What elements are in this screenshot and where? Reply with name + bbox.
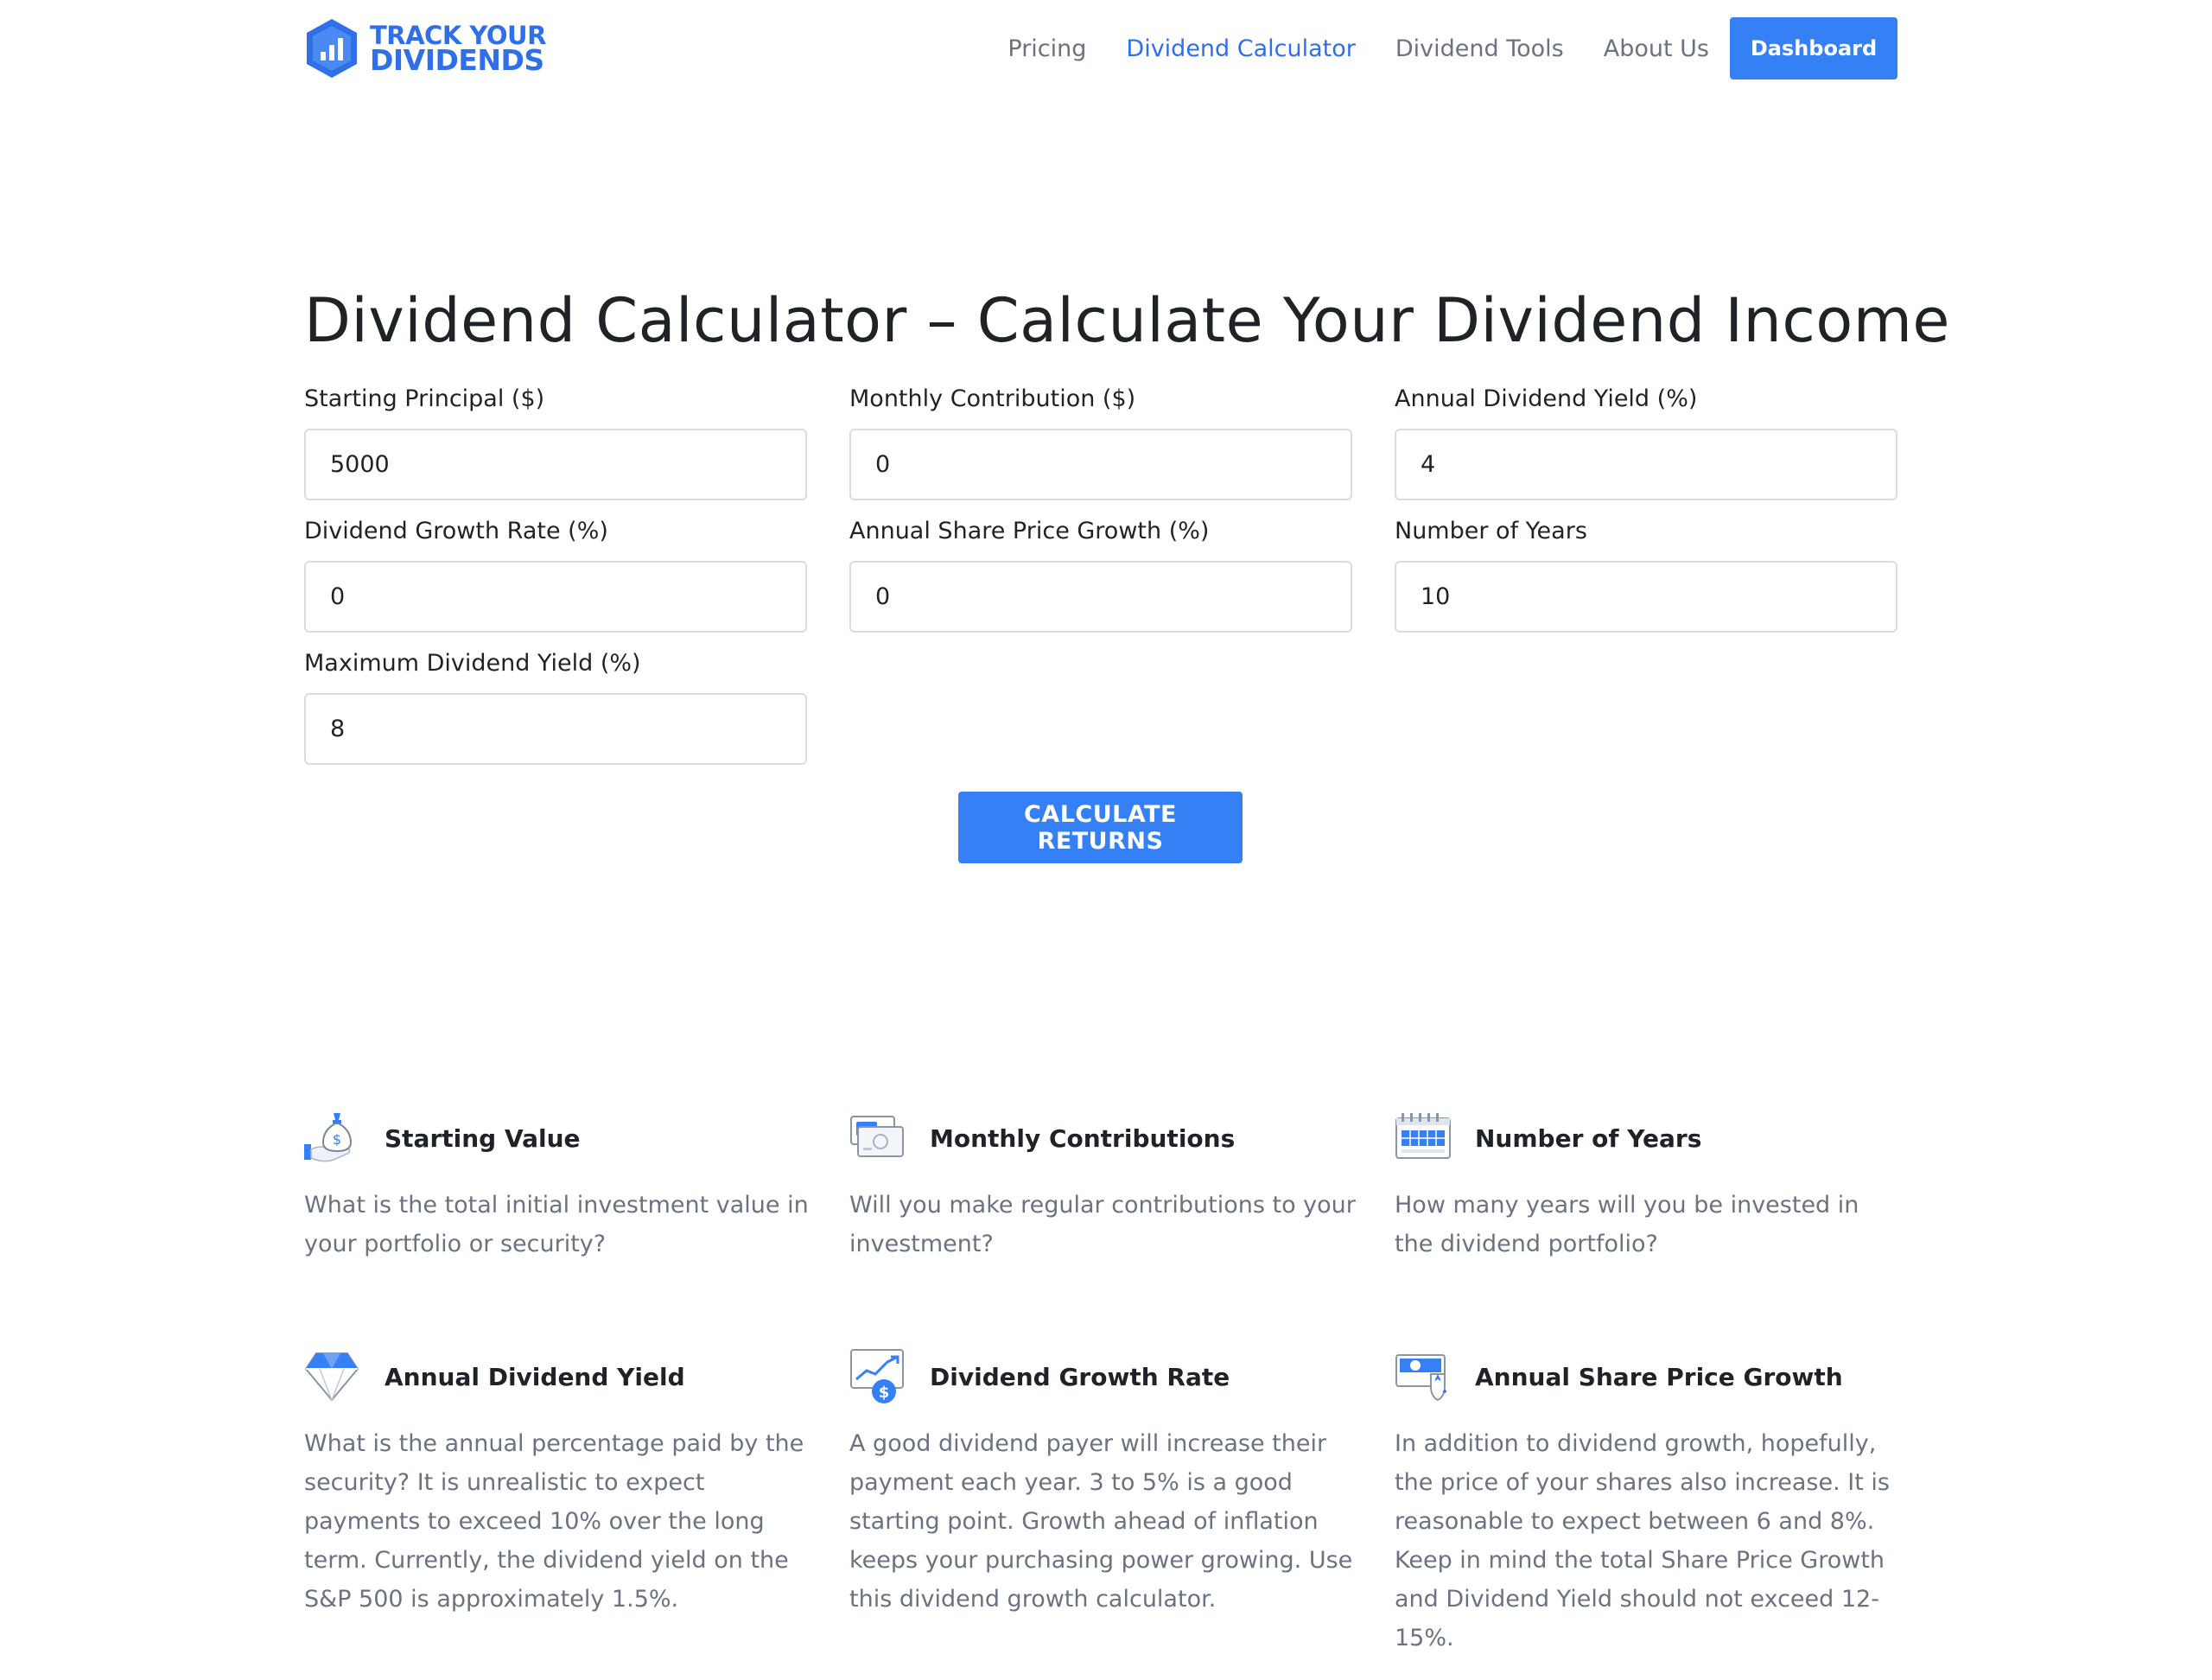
feature-starting-value: $ Starting Value What is the total initi… [304,1110,814,1263]
feature-title: Number of Years [1475,1123,1702,1153]
nav-link-dividend-calculator[interactable]: Dividend Calculator [1126,35,1355,62]
annual-share-price-growth-label: Annual Share Price Growth (%) [849,518,1210,544]
feature-description: A good dividend payer will increase thei… [849,1430,1353,1613]
starting-principal-input[interactable] [304,429,807,500]
feature-description: In addition to dividend growth, hopefull… [1395,1430,1890,1651]
feature-dividend-growth-rate: $ Dividend Growth Rate A good dividend p… [849,1348,1359,1619]
feature-header: Annual Share Price Growth [1395,1348,1904,1405]
maximum-dividend-yield-label: Maximum Dividend Yield (%) [304,650,641,677]
page-title: Dividend Calculator – Calculate Your Div… [304,285,1950,356]
feature-title: Annual Share Price Growth [1475,1362,1843,1391]
feature-header: $ Starting Value [304,1110,814,1167]
svg-text:$: $ [879,1384,890,1402]
feature-header: $ Dividend Growth Rate [849,1348,1359,1405]
field-monthly-contribution: Monthly Contribution ($) [849,382,1352,500]
dashboard-button[interactable]: Dashboard [1730,17,1897,80]
annual-share-price-growth-input[interactable] [849,561,1352,633]
feature-description: What is the total initial investment val… [304,1192,809,1257]
number-of-years-label: Number of Years [1395,518,1587,544]
card-shield-icon [1395,1354,1446,1402]
monthly-contribution-input[interactable] [849,429,1352,500]
logo-line-2: DIVIDENDS [370,43,544,77]
feature-header: Number of Years [1395,1110,1904,1167]
feature-number-of-years: Number of Years How many years will you … [1395,1110,1904,1263]
growth-chart-dollar-icon: $ [850,1349,904,1403]
feature-annual-share-price-growth: Annual Share Price Growth In addition to… [1395,1348,1904,1658]
nav-link-pricing[interactable]: Pricing [1007,35,1086,62]
annual-dividend-yield-input[interactable] [1395,429,1897,500]
svg-text:$: $ [333,1131,341,1148]
dividend-growth-rate-label: Dividend Growth Rate (%) [304,518,608,544]
feature-description: What is the annual percentage paid by th… [304,1430,804,1613]
field-annual-dividend-yield: Annual Dividend Yield (%) [1395,382,1897,500]
feature-description: How many years will you be invested in t… [1395,1192,1859,1257]
feature-monthly-contributions: Monthly Contributions Will you make regu… [849,1110,1359,1263]
feature-title: Annual Dividend Yield [385,1362,685,1391]
main-nav: Pricing Dividend Calculator Dividend Too… [968,17,1897,80]
field-maximum-dividend-yield: Maximum Dividend Yield (%) [304,646,807,765]
calendar-icon [1395,1113,1451,1159]
feature-header: Monthly Contributions [849,1110,1359,1167]
field-number-of-years: Number of Years [1395,514,1897,633]
feature-title: Dividend Growth Rate [930,1362,1230,1391]
feature-header: Annual Dividend Yield [304,1348,814,1405]
field-annual-share-price-growth: Annual Share Price Growth (%) [849,514,1352,633]
monthly-contribution-label: Monthly Contribution ($) [849,385,1136,412]
feature-title: Monthly Contributions [930,1123,1236,1153]
nav-link-dividend-tools[interactable]: Dividend Tools [1395,35,1564,62]
dividend-growth-rate-input[interactable] [304,561,807,633]
maximum-dividend-yield-input[interactable] [304,693,807,765]
money-bag-hand-icon: $ [304,1113,353,1162]
starting-principal-label: Starting Principal ($) [304,385,545,412]
field-starting-principal: Starting Principal ($) [304,382,807,500]
site-header: TRACK YOUR DIVIDENDS Pricing Dividend Ca… [304,17,1897,80]
feature-description: Will you make regular contributions to y… [849,1192,1356,1257]
number-of-years-input[interactable] [1395,561,1897,633]
nav-link-about-us[interactable]: About Us [1604,35,1709,62]
feature-annual-dividend-yield: Annual Dividend Yield What is the annual… [304,1348,814,1619]
logo-text: TRACK YOUR DIVIDENDS [370,23,546,77]
cash-bills-icon [850,1116,904,1157]
annual-dividend-yield-label: Annual Dividend Yield (%) [1395,385,1698,412]
feature-title: Starting Value [385,1123,581,1153]
field-dividend-growth-rate: Dividend Growth Rate (%) [304,514,807,633]
diamond-icon [304,1352,359,1402]
logo-hexagon-icon [307,19,357,78]
logo[interactable]: TRACK YOUR DIVIDENDS [304,17,546,80]
calculate-returns-button[interactable]: CALCULATE RETURNS [958,792,1243,863]
